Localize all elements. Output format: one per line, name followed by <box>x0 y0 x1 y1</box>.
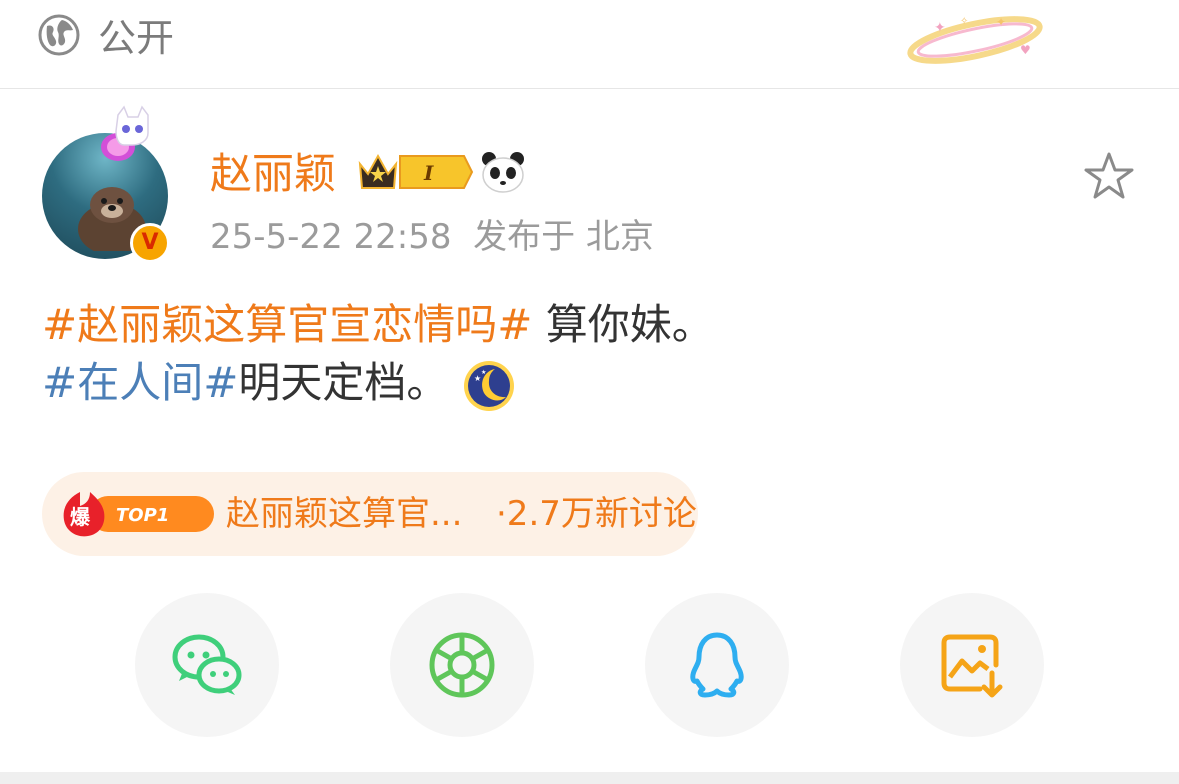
hashtag-link[interactable]: #赵丽颖这算官宣恋情吗# <box>42 300 532 349</box>
svg-text:✦: ✦ <box>934 20 946 36</box>
post-timestamp: 25-5-22 22:58 <box>210 217 452 257</box>
post-line: #在人间#明天定档。 ★ ★ <box>42 354 714 412</box>
moon-emoji-icon: ★ ★ <box>464 360 515 411</box>
hot-top1-badge-icon: 爆 TOP1 <box>63 492 214 537</box>
wechat-icon <box>172 634 242 695</box>
post-text: 算你妹。 <box>532 300 714 349</box>
save-image-button[interactable] <box>900 593 1044 737</box>
cat-pendant-icon <box>101 105 149 161</box>
hot-topic-count: ·2.7万新讨论 <box>496 494 697 534</box>
share-wechat-button[interactable] <box>135 593 279 737</box>
author-name[interactable]: 赵丽颖 <box>210 148 336 200</box>
hot-topic-pill[interactable]: 爆 TOP1 赵丽颖这算官... ·2.7万新讨论 <box>42 472 698 556</box>
svg-text:I: I <box>423 161 434 185</box>
hot-topic-title: 赵丽颖这算官... <box>226 494 463 534</box>
author-avatar[interactable]: V <box>42 105 182 265</box>
verified-badge-icon: V <box>130 223 170 263</box>
post-content: #赵丽颖这算官宣恋情吗# 算你妹。 #在人间#明天定档。 ★ ★ <box>42 296 714 412</box>
svg-text:✦: ✦ <box>996 15 1006 29</box>
hot-badge-char: 爆 <box>70 505 91 529</box>
visibility-label: 公开 <box>98 16 175 60</box>
panda-emoji-icon <box>482 152 524 193</box>
moments-icon <box>429 632 495 698</box>
qq-icon <box>690 632 744 698</box>
visibility-bar: 公开 ✦ ✦ ♥ ✧ <box>0 0 1179 89</box>
hot-badge-rank: TOP1 <box>116 505 169 526</box>
svg-text:★: ★ <box>481 369 486 376</box>
post-location: 发布于 北京 <box>473 217 654 257</box>
save-image-icon <box>941 634 1003 698</box>
svg-text:♥: ♥ <box>1020 43 1031 57</box>
post-text: 明天定档。 <box>238 358 449 407</box>
post-line: #赵丽颖这算官宣恋情吗# 算你妹。 <box>42 296 714 354</box>
bottom-divider <box>0 772 1179 784</box>
post-meta: 25-5-22 22:58 发布于 北京 <box>210 214 654 260</box>
hashtag-link[interactable]: #在人间# <box>42 358 238 407</box>
crown-vip-badge-icon[interactable]: I <box>356 150 474 194</box>
globe-icon <box>38 14 80 56</box>
favorite-star-icon[interactable] <box>1082 150 1136 204</box>
share-qq-button[interactable] <box>645 593 789 737</box>
svg-text:✧: ✧ <box>960 16 968 27</box>
halo-decoration-icon: ✦ ✦ ♥ ✧ <box>907 15 1043 64</box>
share-moments-button[interactable] <box>390 593 534 737</box>
